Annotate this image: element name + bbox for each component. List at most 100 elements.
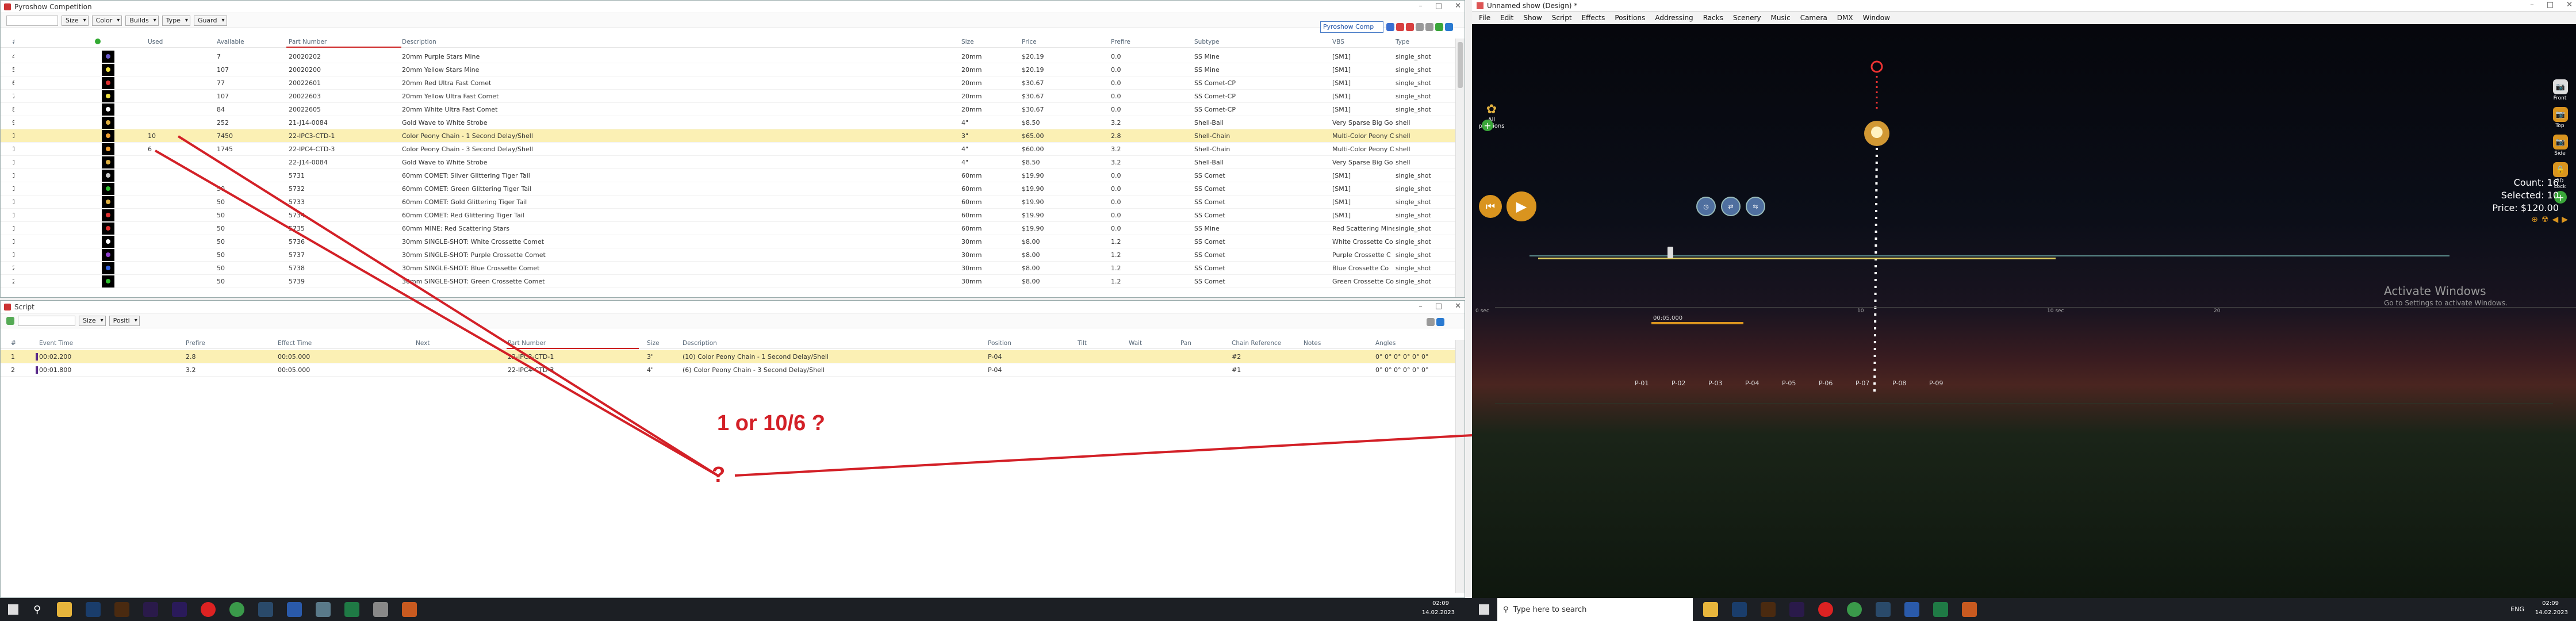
view-button-3[interactable]: ⇆	[1746, 197, 1765, 216]
illustrator-icon[interactable]	[1761, 602, 1776, 617]
left-monitor: Pyroshow Competition –□✕ Size Color Buil…	[0, 0, 1472, 621]
annotation-line-1	[177, 135, 720, 477]
view-button-2[interactable]: ⇄	[1721, 197, 1741, 216]
play-button[interactable]: ▶	[1506, 191, 1536, 221]
show-app-icon	[1477, 2, 1483, 9]
explorer-icon[interactable]	[1703, 602, 1718, 617]
show-title: Unnamed show (Design) *	[1487, 1, 1578, 10]
timeline-ruler	[1495, 307, 2576, 308]
windows-start-icon[interactable]	[1479, 604, 1489, 615]
menu-item-edit[interactable]: Edit	[1500, 14, 1513, 22]
rewind-button[interactable]: ⏮	[1479, 195, 1502, 218]
add-position-button[interactable]: +	[1482, 120, 1493, 131]
positions-icon: ✿	[1486, 102, 1497, 117]
position-label-p-02[interactable]: P-02	[1672, 379, 1685, 387]
count-stat: Count: 16	[2513, 177, 2559, 188]
taskbar-search-box[interactable]: ⚲ Type here to search	[1497, 598, 1693, 621]
position-label-p-06[interactable]: P-06	[1819, 379, 1833, 387]
warning-icon[interactable]: ☢	[2542, 215, 2549, 224]
aftereffects-icon[interactable]	[1789, 602, 1804, 617]
premiere-icon[interactable]	[172, 602, 187, 617]
app-icon-2[interactable]	[373, 602, 389, 617]
annotation-line-2	[154, 150, 720, 477]
app-icon-1[interactable]	[316, 602, 331, 617]
menu-item-script[interactable]: Script	[1552, 14, 1572, 22]
show-titlebar[interactable]: Unnamed show (Design) * – □ ✕	[1472, 0, 2576, 12]
taskbar-time: 02:09	[1432, 600, 1449, 607]
burst-core-icon	[1871, 126, 1883, 138]
menu-item-scenery[interactable]: Scenery	[1733, 14, 1761, 22]
lang-indicator[interactable]: ENG	[2510, 605, 2524, 613]
top-camera-button[interactable]: 📷	[2553, 107, 2568, 122]
word-icon[interactable]	[287, 602, 302, 617]
prev-icon[interactable]: ◀	[2552, 215, 2558, 224]
taskbar-left: ⚲ 02:09 14.02.2023	[0, 598, 1472, 621]
tick-1: 10	[1857, 308, 1864, 314]
menu-item-show[interactable]: Show	[1523, 14, 1542, 22]
steam-icon[interactable]	[258, 602, 274, 617]
top-label: Top	[2555, 123, 2564, 129]
position-label-p-08[interactable]: P-08	[1892, 379, 1906, 387]
steam-icon[interactable]	[1876, 602, 1891, 617]
menu-item-effects[interactable]: Effects	[1582, 14, 1605, 22]
taskbar-search-placeholder: Type here to search	[1513, 605, 1587, 614]
timeline-clip[interactable]	[1538, 258, 2056, 259]
illustrator-icon[interactable]	[114, 602, 130, 617]
menu-item-music[interactable]: Music	[1771, 14, 1791, 22]
activate-subtitle: Go to Settings to activate Windows.	[2384, 299, 2508, 307]
chrome-icon[interactable]	[229, 602, 245, 617]
menu-item-window[interactable]: Window	[1863, 14, 1890, 22]
lock-camera-button[interactable]: 🔒	[2553, 162, 2568, 177]
front-camera-button[interactable]: 📷	[2553, 79, 2568, 94]
annotation-question: 1 or 10/6 ?	[717, 411, 825, 435]
menu-item-addressing[interactable]: Addressing	[1655, 14, 1693, 22]
taskbar-date: 14.02.2023	[2535, 610, 2568, 616]
position-label-p-01[interactable]: P-01	[1635, 379, 1649, 387]
position-label-p-07[interactable]: P-07	[1856, 379, 1869, 387]
side-label: Side	[2554, 151, 2566, 156]
menu-item-file[interactable]: File	[1479, 14, 1490, 22]
position-label-p-09[interactable]: P-09	[1929, 379, 1943, 387]
taskbar-search-icon: ⚲	[1503, 605, 1509, 614]
position-label-p-05[interactable]: P-05	[1782, 379, 1796, 387]
photoshop-icon[interactable]	[86, 602, 101, 617]
selected-stat: Selected: 10	[2501, 190, 2559, 201]
view-button-1[interactable]: ◷	[1696, 197, 1716, 216]
menu-item-positions[interactable]: Positions	[1615, 14, 1645, 22]
excel-icon[interactable]	[1933, 602, 1948, 617]
taskbar-right: ⚲ Type here to search ENG 02:09 14.02.20…	[1472, 598, 2576, 621]
photoshop-icon[interactable]	[1732, 602, 1747, 617]
menu-item-racks[interactable]: Racks	[1703, 14, 1723, 22]
price-stat: Price: $120.00	[2492, 202, 2559, 213]
windows-start-icon[interactable]	[8, 604, 18, 615]
show-maximize-icon[interactable]: □	[2547, 1, 2554, 9]
opera-icon[interactable]	[1818, 602, 1833, 617]
menu-item-camera[interactable]: Camera	[1800, 14, 1827, 22]
annotation-line-3	[734, 434, 1472, 477]
playhead[interactable]	[1667, 247, 1673, 258]
opera-icon[interactable]	[201, 602, 216, 617]
tick-0: 0 sec	[1475, 308, 1489, 314]
explorer-icon[interactable]	[57, 602, 72, 617]
menu-item-dmx[interactable]: DMX	[1837, 14, 1853, 22]
next-icon[interactable]: ▶	[2562, 215, 2568, 224]
excel-icon[interactable]	[344, 602, 360, 617]
stat-icons: ⊕ ☢ ◀ ▶	[2531, 215, 2568, 224]
word-icon[interactable]	[1904, 602, 1919, 617]
zoom-icon[interactable]: ⊕	[2531, 215, 2538, 224]
position-label-p-04[interactable]: P-04	[1745, 379, 1759, 387]
activate-title: Activate Windows	[2384, 284, 2486, 298]
aftereffects-icon[interactable]	[143, 602, 159, 617]
position-label-p-03[interactable]: P-03	[1708, 379, 1722, 387]
target-marker-icon	[1870, 60, 1883, 73]
scrub-bar[interactable]	[1651, 322, 1743, 324]
pyro-taskbar-icon[interactable]	[402, 602, 417, 617]
chrome-icon[interactable]	[1847, 602, 1862, 617]
pyro-taskbar-icon[interactable]	[1962, 602, 1977, 617]
tick-3: 20	[2214, 308, 2221, 314]
side-camera-button[interactable]: 📷	[2553, 135, 2568, 150]
search-icon[interactable]: ⚲	[33, 604, 41, 616]
show-close-icon[interactable]: ✕	[2566, 1, 2573, 9]
front-label: Front	[2553, 95, 2567, 101]
show-minimize-icon[interactable]: –	[2530, 1, 2534, 9]
